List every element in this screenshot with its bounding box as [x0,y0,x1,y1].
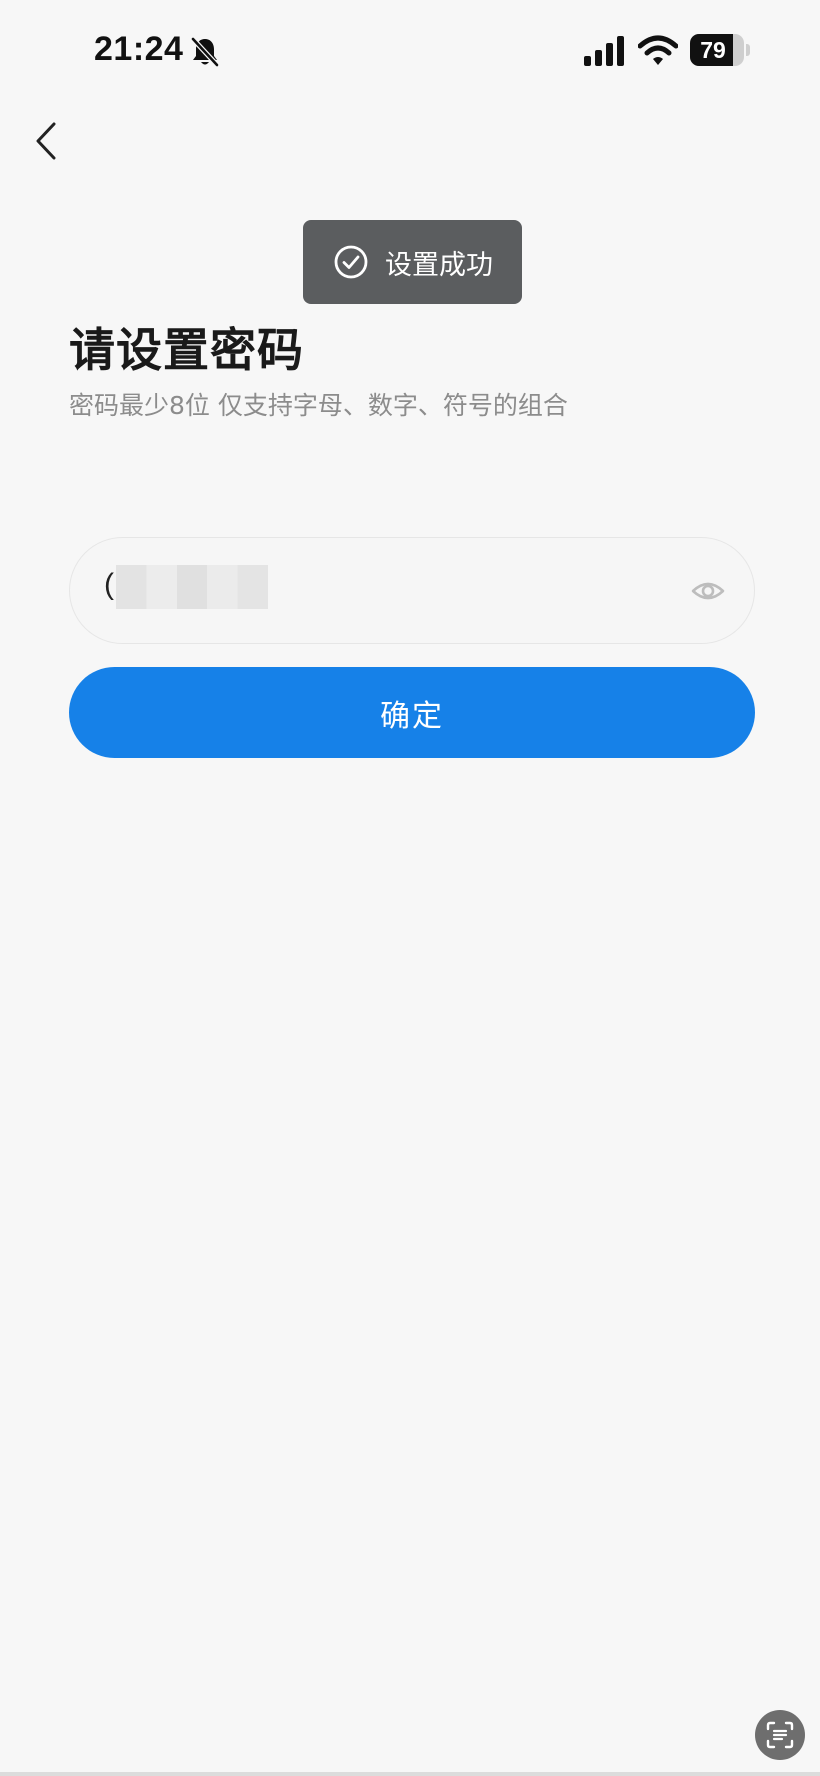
cellular-signal-icon [584,36,624,66]
eye-icon[interactable] [690,573,726,609]
battery-icon: 79 [690,34,750,66]
floating-scan-button[interactable] [755,1710,805,1760]
back-button[interactable] [26,116,66,166]
toast-text: 设置成功 [385,249,493,281]
status-bar: 21:24 79 [0,0,820,104]
check-circle-icon [334,245,368,279]
scan-text-icon [766,1721,794,1749]
page-subtitle: 密码最少8位 仅支持字母、数字、符号的组合 [69,391,568,420]
password-input[interactable]: ( [69,537,755,644]
wifi-icon [638,35,678,65]
battery-level: 79 [700,37,726,63]
password-value: ( [104,568,114,601]
confirm-button[interactable]: 确定 [69,667,755,758]
page-title: 请设置密码 [69,323,304,377]
password-redaction-mask [116,565,268,609]
success-toast: 设置成功 [303,220,522,304]
status-time: 21:24 [94,30,184,68]
bottom-edge [0,1772,820,1776]
bell-slash-icon [191,37,219,67]
chevron-left-icon [36,122,56,160]
